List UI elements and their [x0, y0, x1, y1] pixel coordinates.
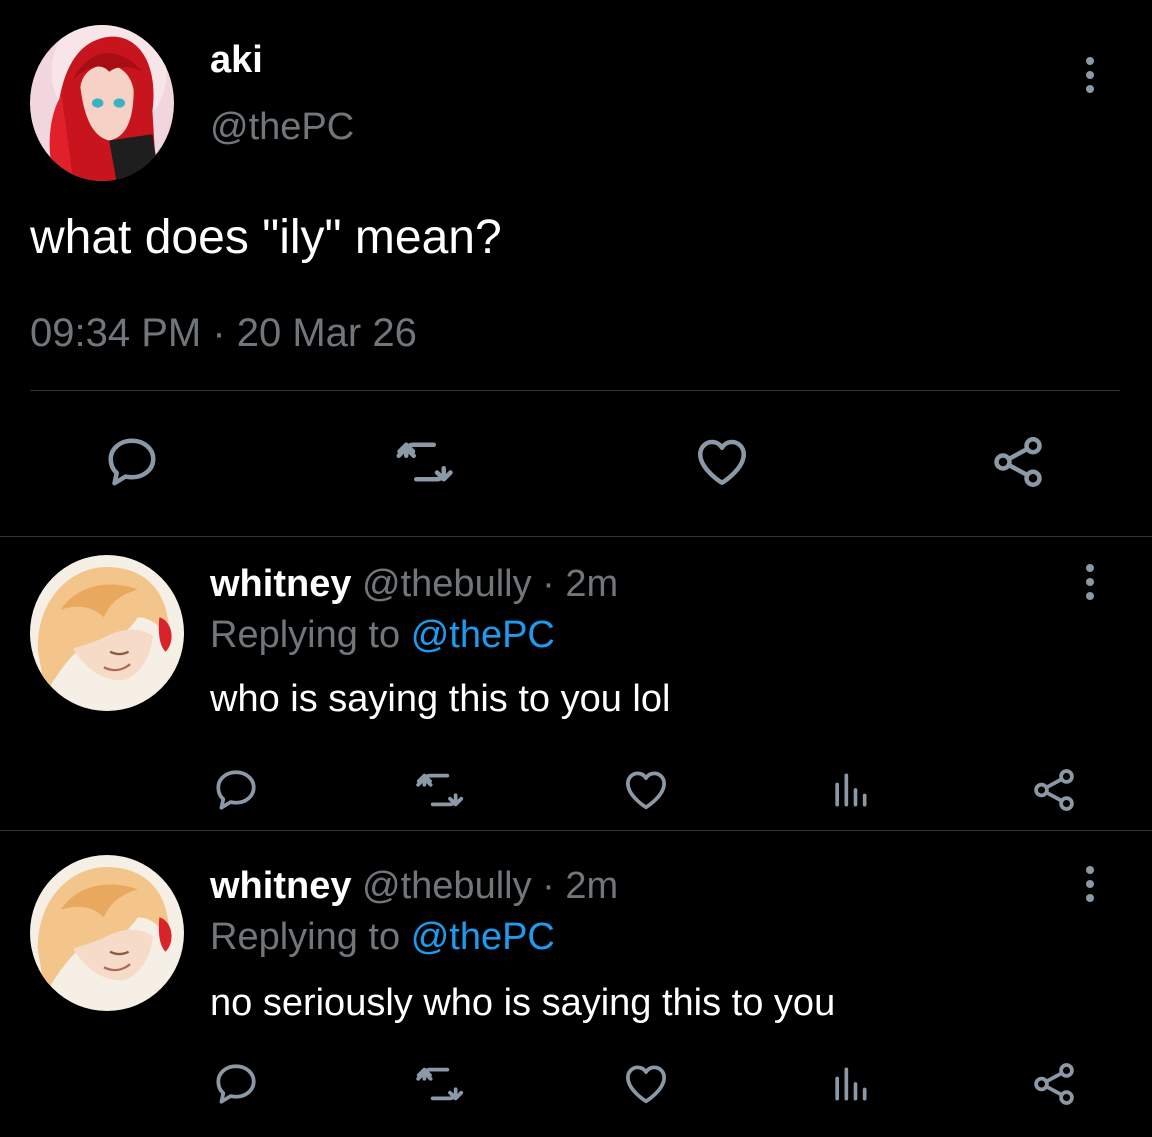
- like-button[interactable]: [618, 762, 674, 818]
- replying-mention-link[interactable]: @thePC: [411, 916, 555, 958]
- retweet-icon: [395, 432, 455, 492]
- heart-icon: [692, 432, 752, 492]
- tweet-timestamp: 09:34 PM · 20 Mar 26: [30, 311, 417, 355]
- reply-age: 2m: [565, 865, 619, 907]
- author-name[interactable]: whitney: [210, 865, 351, 907]
- replying-mention-link[interactable]: @thePC: [411, 614, 555, 656]
- share-icon: [1029, 765, 1079, 815]
- replying-label: Replying to: [210, 614, 401, 656]
- share-button[interactable]: [1026, 1056, 1082, 1112]
- analytics-button[interactable]: [822, 762, 878, 818]
- reply-button[interactable]: [208, 762, 264, 818]
- avatar[interactable]: [30, 25, 174, 181]
- reply-text: no seriously who is saying this to you: [210, 982, 836, 1024]
- reply-tweet[interactable]: whitney @thebully · 2m Replying to @theP…: [0, 831, 1152, 1137]
- retweet-icon: [415, 1059, 465, 1109]
- heart-icon: [621, 1059, 671, 1109]
- share-button[interactable]: [986, 430, 1050, 494]
- reply-button[interactable]: [208, 1056, 264, 1112]
- more-icon: [1084, 55, 1096, 95]
- reply-text: who is saying this to you lol: [210, 678, 671, 720]
- blonde-hair-anime-avatar-icon: [30, 855, 184, 1011]
- share-icon: [1029, 1059, 1079, 1109]
- share-icon: [988, 432, 1048, 492]
- more-options-button[interactable]: [1075, 854, 1105, 914]
- replying-label: Replying to: [210, 916, 401, 958]
- replying-to: Replying to @thePC: [210, 915, 555, 959]
- more-options-button[interactable]: [1075, 45, 1105, 105]
- share-button[interactable]: [1026, 762, 1082, 818]
- replying-to: Replying to @thePC: [210, 613, 555, 657]
- reply-icon: [102, 432, 162, 492]
- retweet-button[interactable]: [412, 762, 468, 818]
- reply-button[interactable]: [100, 430, 164, 494]
- more-icon: [1084, 562, 1096, 602]
- blonde-hair-anime-avatar-icon: [30, 555, 184, 711]
- reply-age: 2m: [565, 563, 619, 605]
- separator: ·: [542, 563, 555, 605]
- separator: ·: [542, 865, 555, 907]
- like-button[interactable]: [690, 430, 754, 494]
- reply-header: whitney @thebully · 2m: [210, 864, 618, 908]
- main-tweet: aki @thePC what does "ily" mean? 09:34 P…: [0, 0, 1152, 535]
- stats-icon: [828, 1062, 872, 1106]
- stats-icon: [828, 768, 872, 812]
- author-handle[interactable]: @thebully: [362, 865, 532, 907]
- red-hair-anime-avatar-icon: [30, 25, 174, 181]
- analytics-button[interactable]: [822, 1056, 878, 1112]
- retweet-button[interactable]: [393, 430, 457, 494]
- author-name[interactable]: whitney: [210, 563, 351, 605]
- author-handle[interactable]: @thebully: [362, 563, 532, 605]
- tweet-text: what does "ily" mean?: [30, 211, 502, 264]
- avatar[interactable]: [30, 855, 184, 1011]
- retweet-button[interactable]: [412, 1056, 468, 1112]
- more-options-button[interactable]: [1075, 552, 1105, 612]
- divider: [30, 390, 1120, 391]
- reply-tweet[interactable]: whitney @thebully · 2m Replying to @theP…: [0, 537, 1152, 829]
- reply-header: whitney @thebully · 2m: [210, 562, 618, 606]
- reply-icon: [211, 765, 261, 815]
- reply-icon: [211, 1059, 261, 1109]
- avatar[interactable]: [30, 555, 184, 711]
- author-name[interactable]: aki: [210, 38, 263, 82]
- like-button[interactable]: [618, 1056, 674, 1112]
- heart-icon: [621, 765, 671, 815]
- more-icon: [1084, 864, 1096, 904]
- author-handle[interactable]: @thePC: [210, 105, 354, 149]
- retweet-icon: [415, 765, 465, 815]
